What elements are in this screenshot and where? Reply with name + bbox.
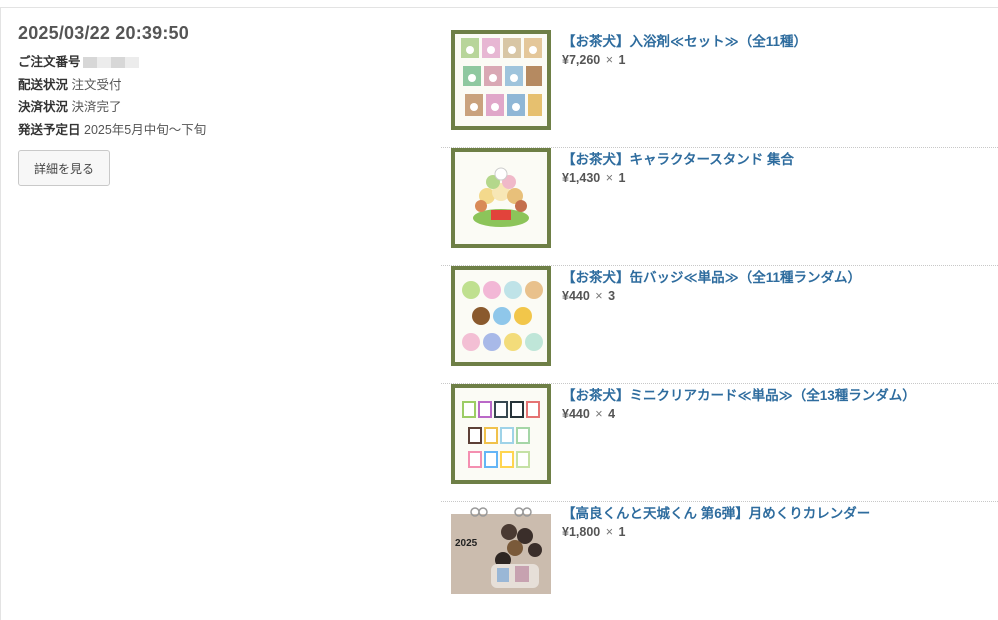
item-price: ¥1,430 × 1: [562, 171, 625, 185]
shipping-status-value: 注文受付: [71, 77, 122, 92]
clear-card-image[interactable]: [451, 384, 551, 484]
item-price: ¥7,260 × 1: [562, 53, 625, 67]
left-divider: [0, 7, 1, 620]
price-value: ¥440: [562, 289, 590, 303]
quantity-value: 3: [608, 289, 616, 303]
calendar-year-text: 2025: [455, 538, 478, 549]
quantity-value: 1: [618, 53, 626, 67]
order-item: 【お茶犬】ミニクリアカード≪単品≫（全13種ランダム） ¥440 × 4: [441, 384, 998, 502]
price-value: ¥7,260: [562, 53, 601, 67]
payment-status-value: 決済完了: [71, 100, 122, 114]
shipping-status-row: 配送状況 注文受付: [18, 74, 418, 97]
times-sign: ×: [605, 525, 614, 539]
order-number-redacted: [82, 57, 139, 69]
price-value: ¥1,430: [562, 171, 601, 185]
ship-date-row: 発送予定日 2025年5月中旬〜下旬: [18, 119, 418, 142]
price-value: ¥1,800: [562, 525, 601, 539]
order-item: 【お茶犬】入浴剤≪セット≫（全11種） ¥7,260 × 1: [441, 30, 998, 148]
times-sign: ×: [595, 289, 603, 303]
view-details-button[interactable]: 詳細を見る: [18, 150, 110, 186]
item-price: ¥440 × 4: [562, 407, 615, 421]
order-item: 【お茶犬】缶バッジ≪単品≫（全11種ランダム） ¥440 × 3: [441, 266, 998, 384]
order-item: 【お茶犬】キャラクタースタンド 集合 ¥1,430 × 1: [441, 148, 998, 266]
quantity-value: 1: [618, 525, 626, 539]
item-price: ¥1,800 × 1: [562, 525, 625, 539]
bath-salt-set-image[interactable]: [451, 30, 551, 130]
character-stand-image[interactable]: [451, 148, 551, 248]
order-item: 2025 【高良くんと天城くん 第6弾】月めくりカレンダー ¥1,800 × 1: [441, 502, 998, 620]
order-number-label: ご注文番号: [18, 55, 81, 69]
item-title-link[interactable]: 【お茶犬】入浴剤≪セット≫（全11種）: [562, 30, 807, 50]
top-divider: [0, 7, 998, 8]
item-price: ¥440 × 3: [562, 289, 615, 303]
times-sign: ×: [595, 407, 603, 421]
price-value: ¥440: [562, 407, 590, 421]
item-title-link[interactable]: 【お茶犬】キャラクタースタンド 集合: [562, 148, 794, 168]
quantity-value: 4: [608, 407, 616, 421]
order-number-row: ご注文番号: [18, 51, 418, 74]
item-title-link[interactable]: 【高良くんと天城くん 第6弾】月めくりカレンダー: [562, 502, 870, 522]
calendar-image[interactable]: 2025: [451, 502, 551, 602]
payment-status-label: 決済状況: [18, 100, 69, 114]
can-badge-image[interactable]: [451, 266, 551, 366]
order-date: 2025/03/22 20:39:50: [18, 23, 189, 43]
times-sign: ×: [605, 53, 614, 67]
ship-date-value: 2025年5月中旬〜下旬: [84, 122, 207, 137]
payment-status-row: 決済状況 決済完了: [18, 96, 418, 119]
quantity-value: 1: [618, 171, 626, 185]
times-sign: ×: [605, 171, 614, 185]
item-title-link[interactable]: 【お茶犬】ミニクリアカード≪単品≫（全13種ランダム）: [562, 384, 916, 404]
shipping-status-label: 配送状況: [18, 77, 69, 92]
item-title-link[interactable]: 【お茶犬】缶バッジ≪単品≫（全11種ランダム）: [562, 266, 861, 286]
order-summary: 2025/03/22 20:39:50 ご注文番号 配送状況 注文受付 決済状況…: [18, 23, 418, 186]
ship-date-label: 発送予定日: [18, 122, 81, 137]
